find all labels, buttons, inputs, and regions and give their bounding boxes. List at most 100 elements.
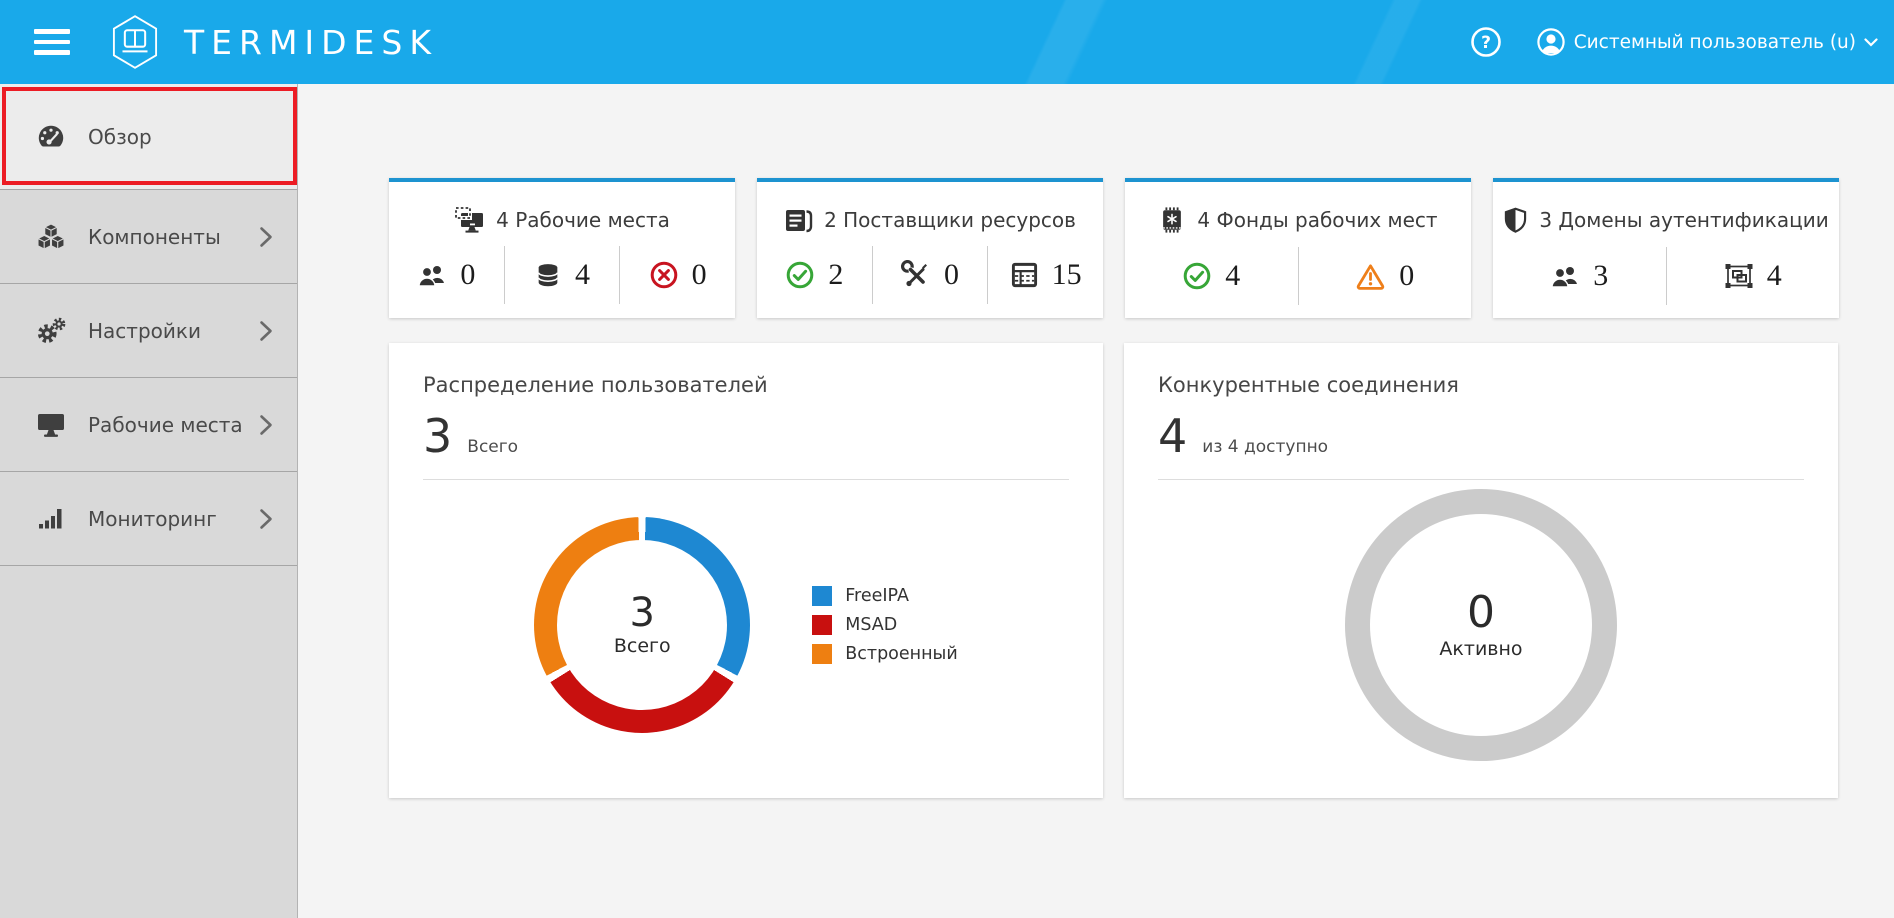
question-circle-icon: ? xyxy=(1470,26,1502,58)
gears-icon xyxy=(36,317,66,345)
stat-card-workplaces[interactable]: 4 Рабочие места 0 xyxy=(389,178,735,318)
chart-title: Конкурентные соединения xyxy=(1158,373,1804,397)
stat-value: 15 xyxy=(1052,258,1082,292)
chevron-right-icon xyxy=(259,320,273,342)
charts-row: Распределение пользователей 3 Всего 3 Вс… xyxy=(389,343,1894,798)
termidesk-logo-icon xyxy=(110,13,160,71)
users-icon xyxy=(1550,264,1580,289)
check-circle-icon xyxy=(785,260,815,290)
stat-cell: 15 xyxy=(987,246,1103,304)
help-button[interactable]: ? xyxy=(1470,26,1502,58)
monitor-icon xyxy=(36,412,66,438)
sidebar-item-monitoring[interactable]: Мониторинг xyxy=(0,472,297,566)
stat-cell: 4 xyxy=(504,246,620,304)
stat-value: 4 xyxy=(1767,259,1782,293)
legend-label: Встроенный xyxy=(845,644,957,664)
donut-center: 3 Всего xyxy=(534,517,750,733)
stat-value: 3 xyxy=(1593,259,1608,293)
stat-cell: 4 xyxy=(1666,247,1840,305)
user-avatar-icon xyxy=(1536,27,1566,57)
stat-card-auth-domains[interactable]: 3 Домены аутентификации 3 xyxy=(1493,178,1839,318)
stat-value: 4 xyxy=(1225,259,1240,293)
tools-icon xyxy=(901,260,931,290)
stat-cell: 3 xyxy=(1493,247,1666,305)
stat-value: 0 xyxy=(1399,259,1414,293)
stat-value: 4 xyxy=(575,258,590,292)
legend-item-msad[interactable]: MSAD xyxy=(812,615,957,635)
stat-card-title: 4 Рабочие места xyxy=(496,208,670,232)
stat-cell: 4 xyxy=(1125,247,1298,305)
chart-legend: FreeIPA MSAD Встроенный xyxy=(812,577,957,673)
sidebar-item-label: Рабочие места xyxy=(88,413,259,437)
donut-center-value: 3 xyxy=(630,593,655,633)
stat-cell: 0 xyxy=(619,246,735,304)
termidesk-dashboard: TERMIDESK ? Системный пользователь (u) xyxy=(0,0,1894,918)
stat-card-title: 3 Домены аутентификации xyxy=(1539,208,1828,232)
stat-card-title: 4 Фонды рабочих мест xyxy=(1197,208,1437,232)
legend-item-builtin[interactable]: Встроенный xyxy=(812,644,957,664)
user-distribution-donut: 3 Всего xyxy=(534,517,750,733)
stat-value: 0 xyxy=(944,258,959,292)
chart-title: Распределение пользователей xyxy=(423,373,1069,397)
cubes-icon xyxy=(36,223,66,250)
sidebar-item-label: Обзор xyxy=(88,125,273,149)
stat-cell: 0 xyxy=(1298,247,1472,305)
user-distribution-card: Распределение пользователей 3 Всего 3 Вс… xyxy=(389,343,1103,798)
connections-available-label: из 4 доступно xyxy=(1202,437,1328,457)
legend-swatch xyxy=(812,615,832,635)
stat-cell: 0 xyxy=(872,246,988,304)
brand-wordmark: TERMIDESK xyxy=(184,23,438,62)
sidebar-item-components[interactable]: Компоненты xyxy=(0,190,297,284)
circle-x-icon xyxy=(649,260,679,290)
stat-card-resource-providers[interactable]: 2 Поставщики ресурсов 2 xyxy=(757,178,1103,318)
stat-card-title: 2 Поставщики ресурсов xyxy=(824,208,1076,232)
check-circle-icon xyxy=(1182,261,1212,291)
total-users-label: Всего xyxy=(467,437,518,457)
user-menu[interactable]: Системный пользователь (u) xyxy=(1536,27,1878,57)
copy-icon xyxy=(784,206,813,233)
sidebar-item-settings[interactable]: Настройки xyxy=(0,284,297,378)
ring-center-value: 0 xyxy=(1467,591,1495,635)
chevron-right-icon xyxy=(259,414,273,436)
stats-row: 4 Рабочие места 0 xyxy=(389,178,1894,318)
stat-cell: 0 xyxy=(389,246,504,304)
user-name: Системный пользователь (u) xyxy=(1574,32,1856,53)
dashboard-icon xyxy=(36,123,66,150)
stat-value: 0 xyxy=(692,258,707,292)
database-icon xyxy=(534,261,562,289)
stat-value: 2 xyxy=(828,258,843,292)
sidebar-item-workplaces[interactable]: Рабочие места xyxy=(0,378,297,472)
sidebar-item-overview[interactable]: Обзор xyxy=(0,84,297,190)
svg-text:?: ? xyxy=(1481,33,1491,53)
bar-chart-icon xyxy=(38,507,64,531)
sidebar-item-label: Мониторинг xyxy=(88,507,259,531)
shield-icon xyxy=(1503,206,1528,234)
chevron-right-icon xyxy=(259,226,273,248)
hamburger-menu-icon[interactable] xyxy=(34,23,70,61)
microchip-icon xyxy=(1158,206,1186,234)
brand[interactable]: TERMIDESK xyxy=(110,13,438,71)
table-icon xyxy=(1010,261,1039,289)
sidebar-item-label: Компоненты xyxy=(88,225,259,249)
main-content: 4 Рабочие места 0 xyxy=(298,84,1894,918)
warning-triangle-icon xyxy=(1355,262,1386,290)
connections-ring: 0 Активно xyxy=(1345,489,1617,761)
sidebar-item-label: Настройки xyxy=(88,319,259,343)
ring-center-label: Активно xyxy=(1439,638,1522,660)
connections-available-value: 4 xyxy=(1158,413,1187,459)
users-icon xyxy=(417,263,447,288)
monitor-dashed-icon xyxy=(454,206,485,233)
stat-cell: 2 xyxy=(757,246,872,304)
legend-swatch xyxy=(812,586,832,606)
chevron-right-icon xyxy=(259,508,273,530)
concurrent-connections-card: Конкурентные соединения 4 из 4 доступно … xyxy=(1124,343,1838,798)
top-bar: TERMIDESK ? Системный пользователь (u) xyxy=(0,0,1894,84)
stat-card-workplace-pools[interactable]: 4 Фонды рабочих мест 4 xyxy=(1125,178,1471,318)
total-users-value: 3 xyxy=(423,413,452,459)
legend-item-freeipa[interactable]: FreeIPA xyxy=(812,586,957,606)
sidebar: Обзор Компоненты xyxy=(0,84,298,918)
stat-value: 0 xyxy=(460,258,475,292)
chevron-down-icon xyxy=(1864,38,1878,47)
legend-label: FreeIPA xyxy=(845,586,909,606)
donut-center-label: Всего xyxy=(614,635,671,657)
